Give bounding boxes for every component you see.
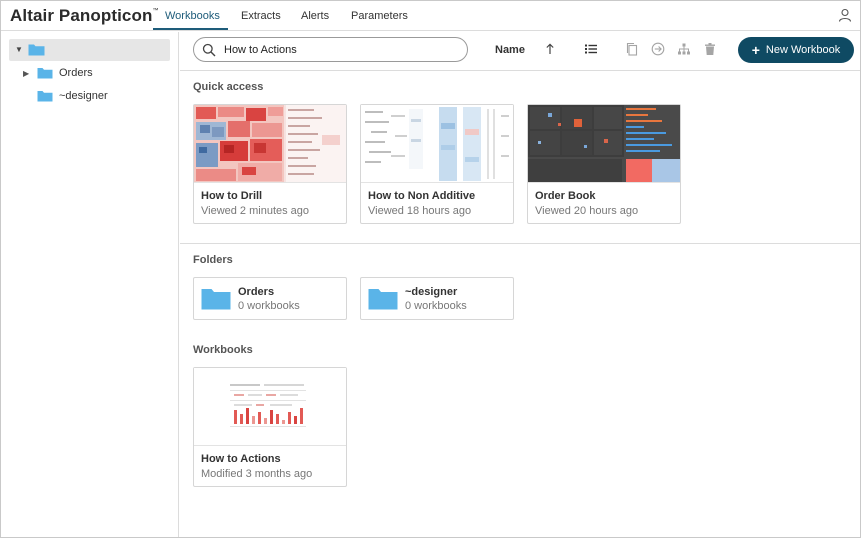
search-input[interactable]	[224, 42, 454, 58]
tab-extracts[interactable]: Extracts	[241, 10, 281, 22]
divider	[180, 70, 860, 71]
new-workbook-label: New Workbook	[765, 44, 841, 56]
copy-icon[interactable]	[625, 42, 639, 56]
tab-workbooks[interactable]: Workbooks	[165, 10, 220, 22]
workbook-card[interactable]: How to Actions Modified 3 months ago	[193, 367, 347, 487]
tree-item-designer[interactable]: ~designer	[37, 87, 108, 105]
folder-tree-panel: ▼ ▶ Orders ~designer	[1, 32, 179, 537]
tab-parameters[interactable]: Parameters	[351, 10, 408, 22]
workbook-thumbnail	[528, 105, 680, 183]
chevron-right-icon[interactable]: ▶	[23, 69, 33, 78]
card-title: Order Book	[535, 190, 596, 202]
folder-title: ~designer	[405, 286, 458, 298]
active-tab-indicator	[153, 28, 228, 30]
chevron-down-icon[interactable]: ▼	[15, 45, 23, 54]
tree-item-orders[interactable]: ▶ Orders	[23, 64, 93, 82]
sort-field-label[interactable]: Name	[495, 44, 525, 56]
folder-icon	[37, 91, 53, 102]
quick-access-card[interactable]: How to Drill Viewed 2 minutes ago	[193, 104, 347, 224]
folders-heading: Folders	[193, 254, 233, 266]
folder-icon	[201, 289, 231, 310]
card-title: How to Drill	[201, 190, 263, 202]
plus-icon: +	[751, 42, 760, 58]
card-title: How to Non Additive	[368, 190, 476, 202]
new-workbook-button[interactable]: + New Workbook	[738, 37, 854, 63]
card-subtitle: Viewed 2 minutes ago	[201, 205, 310, 217]
card-title: How to Actions	[201, 453, 281, 465]
tab-alerts[interactable]: Alerts	[301, 10, 329, 22]
workbooks-heading: Workbooks	[193, 344, 253, 356]
hierarchy-icon[interactable]	[677, 42, 691, 56]
workbook-thumbnail	[194, 368, 346, 446]
folder-icon	[28, 44, 45, 56]
tree-item-label: Orders	[59, 67, 93, 79]
workbook-thumbnail	[194, 105, 346, 183]
quick-access-card[interactable]: How to Non Additive Viewed 18 hours ago	[360, 104, 514, 224]
folder-icon	[368, 289, 398, 310]
trash-icon[interactable]	[703, 42, 717, 56]
quick-access-card[interactable]: Order Book Viewed 20 hours ago	[527, 104, 681, 224]
card-subtitle: Modified 3 months ago	[201, 468, 313, 480]
tree-item-label: ~designer	[59, 90, 108, 102]
card-subtitle: Viewed 20 hours ago	[535, 205, 639, 217]
top-bar: Altair Panopticon™ Workbooks Extracts Al…	[1, 1, 860, 31]
folder-card[interactable]: Orders 0 workbooks	[193, 277, 347, 320]
folder-title: Orders	[238, 286, 275, 298]
user-icon[interactable]	[838, 8, 852, 22]
divider	[180, 243, 860, 244]
folder-subtitle: 0 workbooks	[405, 300, 467, 312]
quick-access-heading: Quick access	[193, 81, 264, 93]
move-icon[interactable]	[651, 42, 665, 56]
folder-subtitle: 0 workbooks	[238, 300, 300, 312]
search-box[interactable]	[193, 37, 468, 62]
folder-card[interactable]: ~designer 0 workbooks	[360, 277, 514, 320]
tree-root-row[interactable]: ▼	[9, 39, 170, 61]
sort-ascending-icon[interactable]	[543, 42, 557, 56]
list-view-icon[interactable]	[584, 42, 598, 56]
search-icon	[202, 43, 216, 57]
card-subtitle: Viewed 18 hours ago	[368, 205, 472, 217]
folder-icon	[37, 68, 53, 79]
workbook-thumbnail	[361, 105, 513, 183]
app-brand: Altair Panopticon™	[10, 6, 159, 25]
